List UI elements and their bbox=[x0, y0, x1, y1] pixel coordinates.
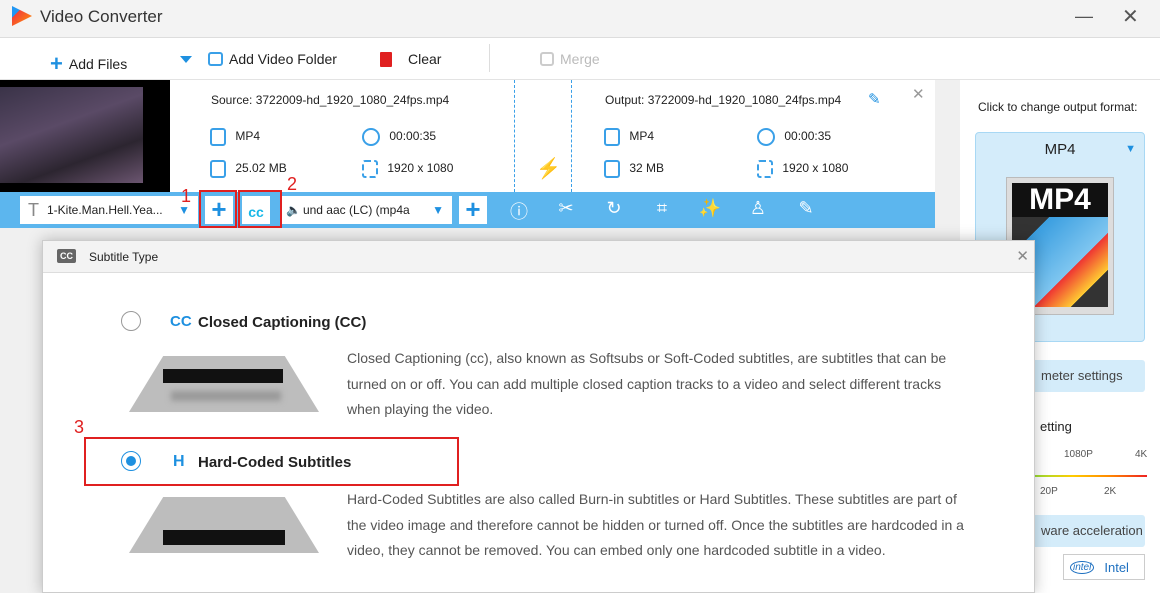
audio-track-select[interactable]: 🔈 und aac (LC) (mp4a ▼ bbox=[282, 196, 452, 224]
merge-button[interactable]: Merge bbox=[540, 51, 600, 67]
app-logo-icon bbox=[12, 6, 32, 26]
chevron-down-icon: ▼ bbox=[1125, 143, 1136, 155]
edit-bar: T 1-Kite.Man.Hell.Yea... ▼ + 1 cc 2 🔈 und a… bbox=[0, 174, 935, 228]
output-size: 32 MB bbox=[629, 161, 665, 176]
source-size: 25.02 MB bbox=[235, 161, 287, 176]
source-resolution: 1920 x 1080 bbox=[387, 161, 454, 176]
merge-icon bbox=[540, 52, 554, 66]
closed-captioning-label[interactable]: Closed Captioning (CC) bbox=[198, 314, 366, 331]
scissors-icon[interactable]: ✂ bbox=[554, 198, 578, 219]
toolbar: + Add Files Add Video Folder Clear Merge bbox=[0, 38, 1160, 80]
edit-pencil-icon[interactable]: ✎ bbox=[868, 90, 881, 108]
quality-slider[interactable] bbox=[1035, 475, 1147, 477]
quality-setting-label: etting bbox=[1040, 419, 1072, 434]
app-title: Video Converter bbox=[40, 7, 163, 26]
source-filename: Source: 3722009-hd_1920_1080_24fps.mp4 bbox=[211, 93, 450, 107]
annotation-box-1 bbox=[199, 190, 237, 228]
cc-icon: CC bbox=[57, 249, 76, 263]
add-audio-button[interactable]: + bbox=[459, 196, 487, 224]
dialog-close-button[interactable]: ✕ bbox=[1016, 247, 1029, 265]
resolution-icon bbox=[362, 160, 378, 178]
annotation-3: 3 bbox=[74, 417, 85, 437]
film-folder-icon bbox=[208, 52, 223, 66]
trash-icon bbox=[380, 51, 392, 67]
tick-2k: 2K bbox=[1104, 486, 1117, 497]
clock-icon bbox=[362, 128, 380, 146]
subtitle-type-dialog: CC Subtitle Type ✕ CC Closed Captioning … bbox=[42, 240, 1035, 593]
source-duration: 00:00:35 bbox=[389, 129, 437, 144]
cc-icon: CC bbox=[170, 313, 192, 330]
intel-logo-icon: intel bbox=[1070, 560, 1095, 574]
hard-coded-description: Hard-Coded Subtitles are also called Bur… bbox=[347, 491, 964, 558]
add-video-folder-button[interactable]: Add Video Folder bbox=[208, 51, 337, 67]
output-format: MP4 bbox=[629, 129, 655, 144]
divider bbox=[514, 80, 515, 192]
file-size-icon bbox=[604, 160, 620, 178]
resolution-icon bbox=[757, 160, 773, 178]
crop-icon[interactable]: ⌗ bbox=[650, 198, 674, 219]
add-files-button[interactable]: + Add Files bbox=[50, 51, 127, 77]
video-thumbnail[interactable] bbox=[0, 80, 170, 192]
annotation-box-2 bbox=[238, 190, 282, 228]
soft-subtitle-illustration bbox=[129, 356, 319, 412]
clock-icon bbox=[757, 128, 775, 146]
radio-hard-coded[interactable] bbox=[121, 451, 141, 471]
file-size-icon bbox=[210, 160, 226, 178]
subtitle-bar-blur bbox=[171, 391, 281, 401]
minimize-button[interactable]: — bbox=[1075, 6, 1093, 27]
speaker-icon: 🔈 bbox=[286, 203, 301, 217]
info-icon[interactable]: ⓘ bbox=[507, 198, 531, 224]
tick-1080p: 1080P bbox=[1064, 449, 1093, 460]
edit-subtitle-icon[interactable]: ✎ bbox=[794, 198, 818, 219]
divider bbox=[571, 80, 572, 192]
annotation-1: 1 bbox=[181, 186, 192, 206]
subtitle-select[interactable]: T 1-Kite.Man.Hell.Yea... ▼ bbox=[20, 196, 198, 224]
output-resolution: 1920 x 1080 bbox=[782, 161, 849, 176]
hard-subtitle-icon: H bbox=[173, 453, 185, 470]
rotate-icon[interactable]: ↻ bbox=[602, 198, 626, 219]
subtitle-bar bbox=[163, 530, 285, 545]
title-bar: Video Converter — ✕ bbox=[0, 0, 1160, 38]
annotation-2: 2 bbox=[287, 174, 298, 194]
intel-toggle[interactable]: intel Intel bbox=[1063, 554, 1145, 580]
clear-button[interactable]: Clear bbox=[380, 51, 441, 67]
effects-wand-icon[interactable]: ✨ bbox=[698, 198, 722, 219]
watermark-icon[interactable]: ♙ bbox=[746, 198, 770, 219]
format-icon bbox=[210, 128, 226, 146]
radio-closed-captioning[interactable] bbox=[121, 311, 141, 331]
format-icon bbox=[604, 128, 620, 146]
file-item: Source: 3722009-hd_1920_1080_24fps.mp4 M… bbox=[0, 80, 935, 192]
dialog-title: Subtitle Type bbox=[89, 250, 159, 264]
divider bbox=[489, 44, 490, 72]
subtitle-bar bbox=[163, 369, 283, 383]
add-files-dropdown-icon[interactable] bbox=[180, 56, 192, 69]
output-filename: Output: 3722009-hd_1920_1080_24fps.mp4 bbox=[605, 93, 842, 107]
text-icon: T bbox=[28, 199, 39, 220]
output-duration: 00:00:35 bbox=[784, 129, 832, 144]
source-format: MP4 bbox=[235, 129, 261, 144]
hard-coded-label[interactable]: Hard-Coded Subtitles bbox=[198, 454, 351, 471]
remove-file-icon[interactable]: ✕ bbox=[912, 85, 925, 103]
lightning-icon: ⚡ bbox=[536, 158, 561, 180]
chevron-down-icon: ▼ bbox=[432, 203, 444, 217]
close-window-button[interactable]: ✕ bbox=[1122, 4, 1139, 29]
tick-4k: 4K bbox=[1135, 449, 1148, 460]
plus-icon: + bbox=[50, 51, 63, 76]
tick-720p: 20P bbox=[1040, 486, 1058, 497]
output-format-prompt: Click to change output format: bbox=[978, 100, 1138, 114]
dialog-title-bar: CC Subtitle Type ✕ bbox=[43, 241, 1034, 273]
closed-captioning-description: Closed Captioning (cc), also known as So… bbox=[347, 350, 947, 417]
